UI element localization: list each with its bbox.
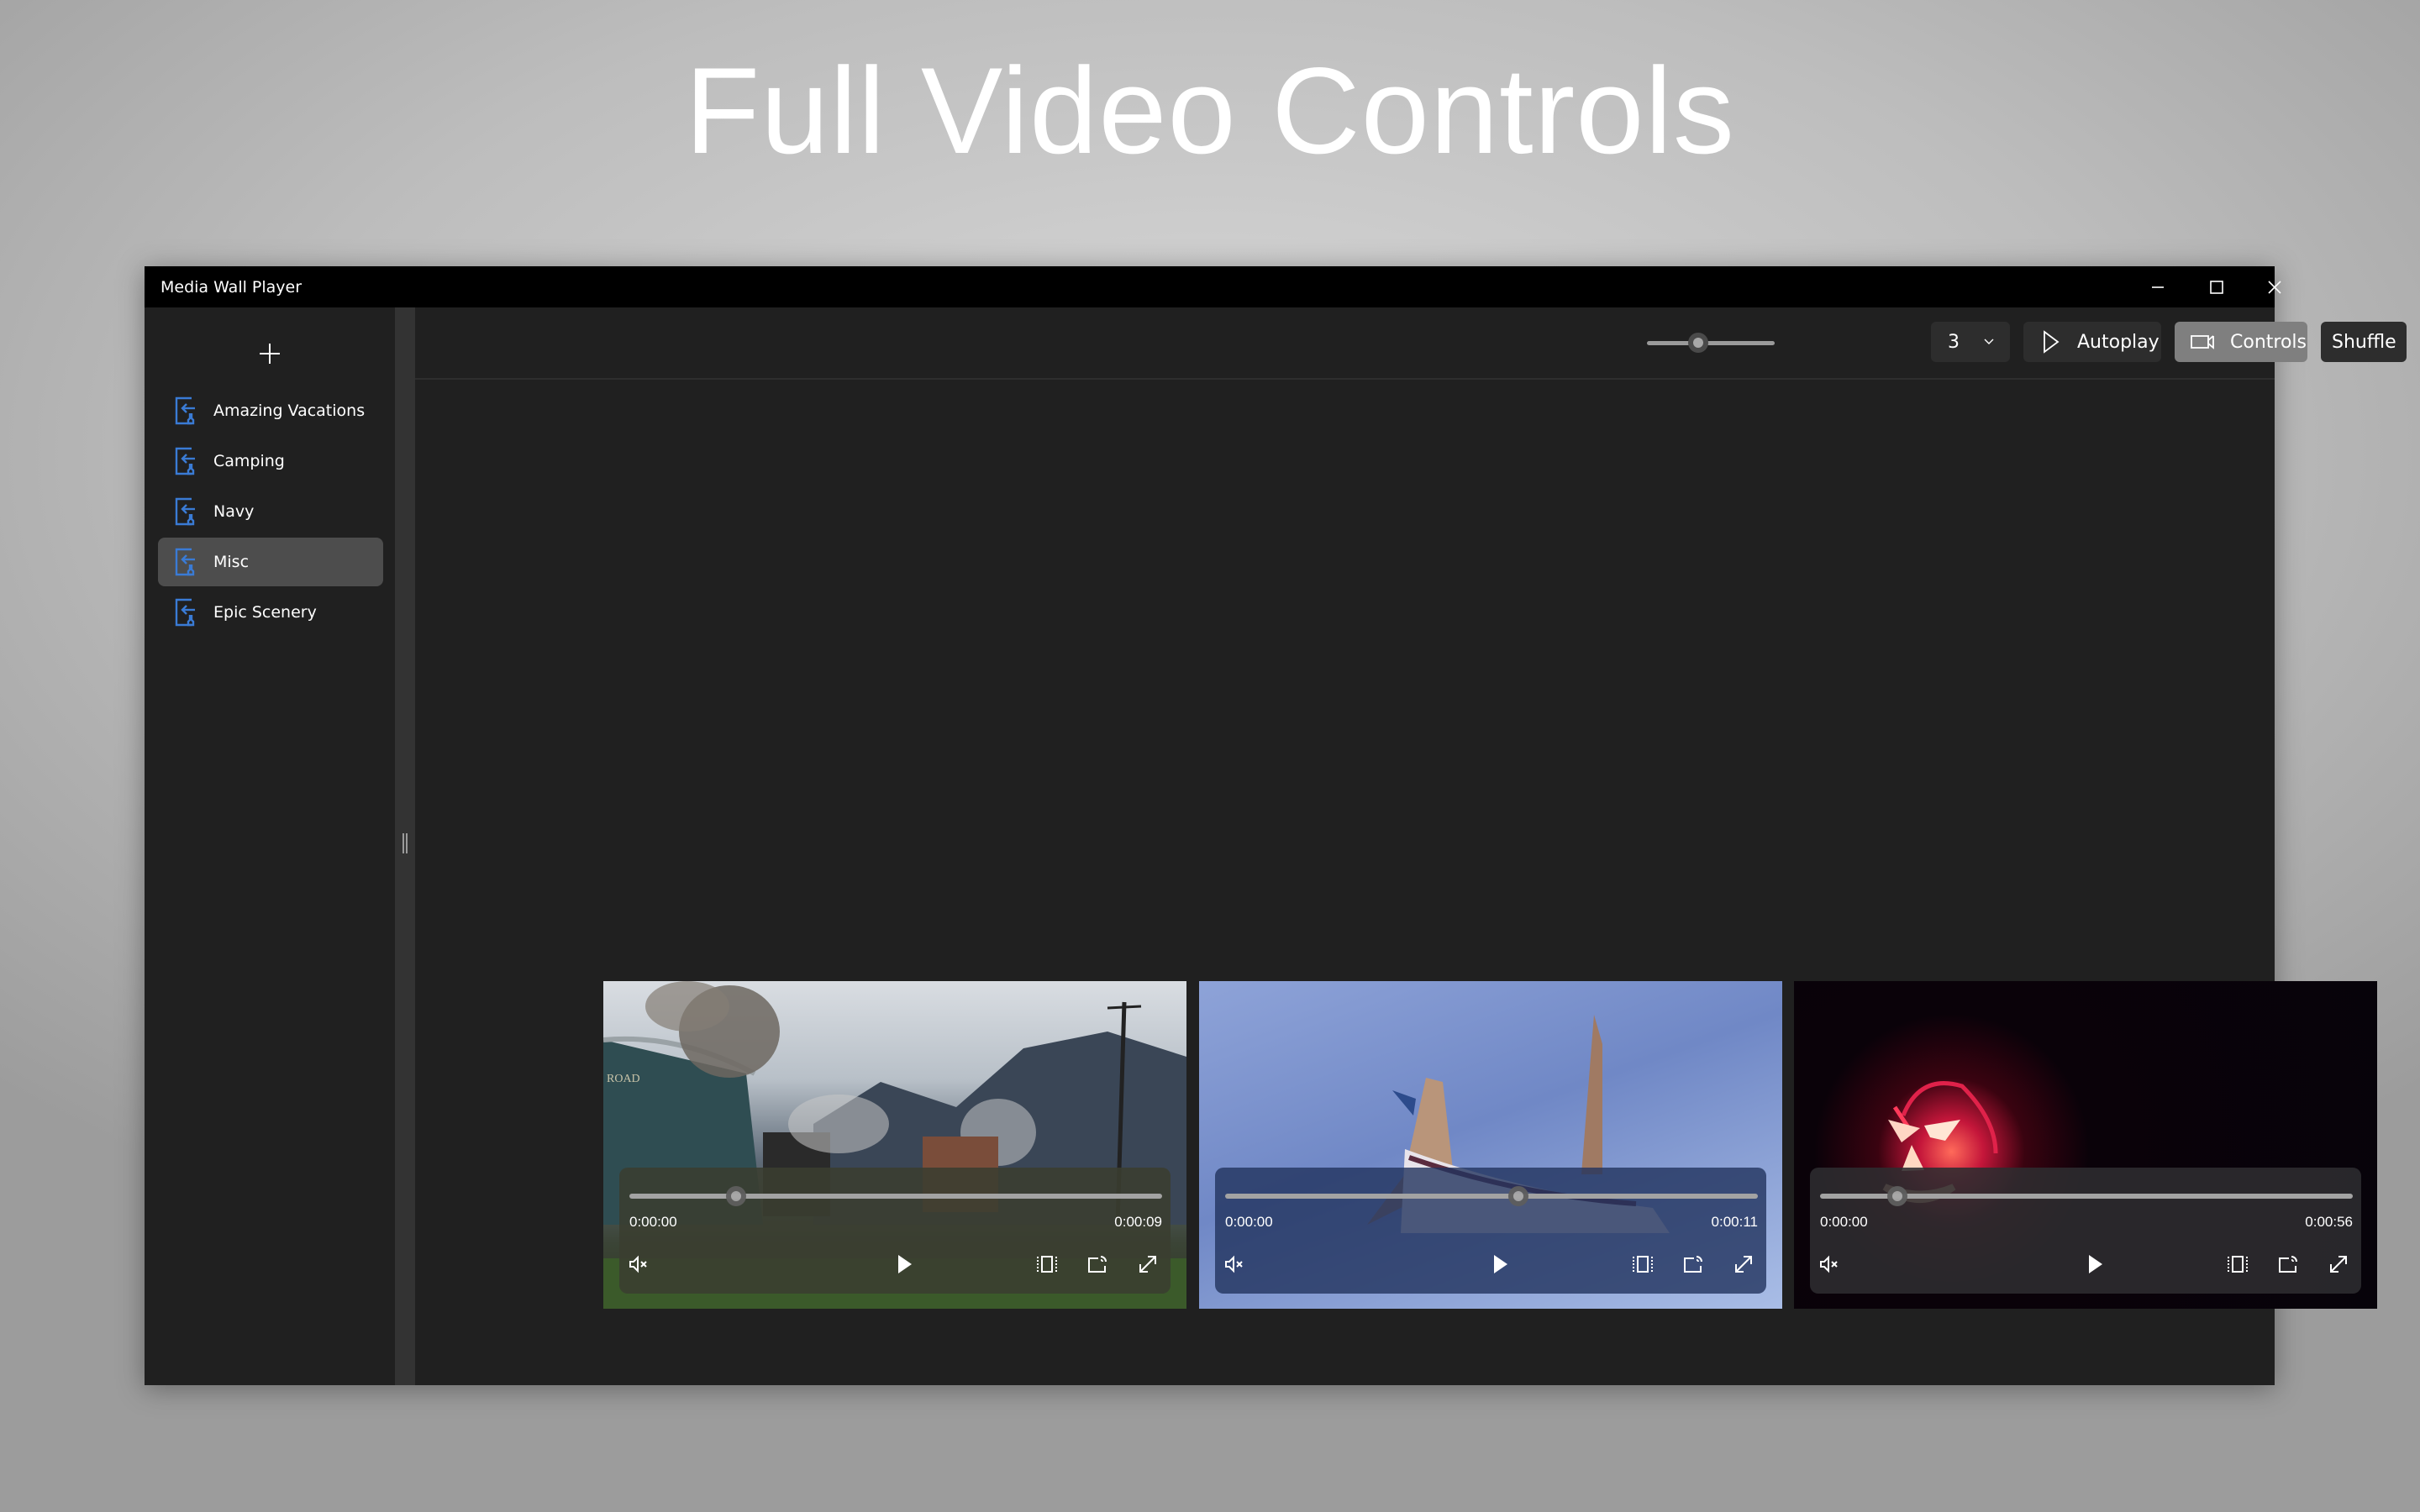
zoom-fit-icon xyxy=(2227,1254,2249,1278)
plus-icon xyxy=(260,344,280,364)
media-transport-controls: 0:00:00 0:00:11 xyxy=(1215,1168,1766,1294)
page-headline: Full Video Controls xyxy=(685,42,1735,179)
minimize-button[interactable] xyxy=(2128,266,2187,307)
volume-muted-icon xyxy=(628,1255,650,1278)
sidebar-item-amazing-vacations[interactable]: Amazing Vacations xyxy=(158,386,383,435)
seek-slider[interactable] xyxy=(629,1186,1162,1206)
sidebar-item-label: Misc xyxy=(213,553,250,571)
sidebar-item-label: Navy xyxy=(213,502,255,521)
maximize-icon xyxy=(2210,280,2223,294)
video-tile[interactable]: ROAD 0:00:00 0:00:09 xyxy=(603,981,1186,1309)
maximize-button[interactable] xyxy=(2187,266,2246,307)
seek-track xyxy=(629,1194,1162,1199)
fullscreen-button[interactable] xyxy=(1134,1252,1162,1280)
mute-button[interactable] xyxy=(1220,1252,1249,1280)
mute-button[interactable] xyxy=(1815,1252,1844,1280)
seek-thumb[interactable] xyxy=(1886,1186,1907,1206)
toolbar: 3 Autoplay Controls Shuffle xyxy=(415,307,2407,380)
close-icon xyxy=(2268,280,2281,294)
sidebar-item-epic-scenery[interactable]: Epic Scenery xyxy=(158,588,383,637)
video-wall: ROAD 0:00:00 0:00:09 0:00:00 0:00:11 0:00:00 0… xyxy=(415,380,2377,1385)
play-icon xyxy=(895,1253,913,1279)
fullscreen-icon xyxy=(2328,1253,2349,1279)
controls-toggle-button[interactable]: Controls xyxy=(2175,322,2307,362)
title-bar: Media Wall Player xyxy=(145,266,2281,307)
tile-size-slider[interactable] xyxy=(1647,333,1775,353)
minimize-icon xyxy=(2152,286,2164,288)
sidebar-item-label: Camping xyxy=(213,452,285,470)
play-outline-icon xyxy=(2044,330,2060,354)
volume-muted-icon xyxy=(1818,1255,1840,1278)
splitter-grip-icon xyxy=(402,833,408,853)
zoom-fit-icon xyxy=(1632,1254,1654,1278)
duration: 0:00:11 xyxy=(1711,1214,1758,1230)
shuffle-button[interactable]: Shuffle xyxy=(2321,322,2407,362)
folder-import-icon xyxy=(175,447,200,475)
folder-import-icon xyxy=(175,396,200,425)
add-folder-button[interactable] xyxy=(249,333,291,375)
duration: 0:00:56 xyxy=(2305,1214,2353,1230)
video-camera-icon xyxy=(2191,335,2214,349)
play-icon xyxy=(2086,1253,2104,1279)
duration: 0:00:09 xyxy=(1114,1214,1162,1230)
cast-icon xyxy=(1086,1254,1108,1278)
close-button[interactable] xyxy=(2245,266,2304,307)
zoom-button[interactable] xyxy=(1033,1252,1061,1280)
seek-slider[interactable] xyxy=(1820,1186,2353,1206)
cast-icon xyxy=(1682,1254,1704,1278)
folder-import-icon xyxy=(175,598,200,627)
folder-import-icon xyxy=(175,497,200,526)
shuffle-label: Shuffle xyxy=(2332,331,2396,353)
zoom-button[interactable] xyxy=(2223,1252,2252,1280)
current-time: 0:00:00 xyxy=(1225,1214,1273,1230)
sidebar: Amazing Vacations Camping Navy Misc Epic Sce… xyxy=(145,307,395,1385)
zoom-button[interactable] xyxy=(1628,1252,1657,1280)
slider-track xyxy=(1647,341,1775,345)
sidebar-splitter[interactable] xyxy=(395,307,415,1385)
sidebar-item-label: Epic Scenery xyxy=(213,603,317,622)
cast-button[interactable] xyxy=(2274,1252,2302,1280)
play-button[interactable] xyxy=(890,1252,918,1280)
play-button[interactable] xyxy=(2081,1252,2109,1280)
folder-import-icon xyxy=(175,548,200,576)
seek-thumb[interactable] xyxy=(725,1186,746,1206)
fullscreen-button[interactable] xyxy=(1729,1252,1758,1280)
cast-icon xyxy=(2277,1254,2299,1278)
fullscreen-icon xyxy=(1733,1253,1754,1279)
volume-muted-icon xyxy=(1223,1255,1245,1278)
mute-button[interactable] xyxy=(624,1252,653,1280)
play-button[interactable] xyxy=(1486,1252,1514,1280)
controls-label: Controls xyxy=(2230,331,2307,353)
video-tile[interactable]: 0:00:00 0:00:11 xyxy=(1199,981,1782,1309)
current-time: 0:00:00 xyxy=(629,1214,677,1230)
autoplay-button[interactable]: Autoplay xyxy=(2023,322,2161,362)
slider-thumb[interactable] xyxy=(1687,333,1708,353)
cast-button[interactable] xyxy=(1679,1252,1707,1280)
sidebar-item-camping[interactable]: Camping xyxy=(158,437,383,486)
video-tile[interactable]: 0:00:00 0:00:56 xyxy=(1794,981,2377,1309)
fullscreen-icon xyxy=(1137,1253,1159,1279)
media-transport-controls: 0:00:00 0:00:09 xyxy=(619,1168,1171,1294)
current-time: 0:00:00 xyxy=(1820,1214,1868,1230)
sidebar-item-navy[interactable]: Navy xyxy=(158,487,383,536)
window-title: Media Wall Player xyxy=(160,278,302,297)
sidebar-item-misc[interactable]: Misc xyxy=(158,538,383,586)
fullscreen-button[interactable] xyxy=(2324,1252,2353,1280)
zoom-fit-icon xyxy=(1036,1254,1058,1278)
seek-track xyxy=(1225,1194,1758,1199)
cast-button[interactable] xyxy=(1083,1252,1112,1280)
play-icon xyxy=(1491,1253,1509,1279)
chevron-down-icon xyxy=(1984,339,1994,344)
main-content: 3 Autoplay Controls Shuffle ROAD 0:00:00 0… xyxy=(415,307,2407,1385)
seek-thumb[interactable] xyxy=(1507,1186,1528,1206)
svg-text:ROAD: ROAD xyxy=(607,1073,640,1085)
seek-slider[interactable] xyxy=(1225,1186,1758,1206)
autoplay-label: Autoplay xyxy=(2077,331,2160,353)
columns-select[interactable]: 3 xyxy=(1931,322,2010,362)
app-window: Media Wall Player Amazing Vacations Campi… xyxy=(145,266,2407,1385)
columns-select-value: 3 xyxy=(1948,331,1960,353)
sidebar-item-label: Amazing Vacations xyxy=(213,402,366,420)
media-transport-controls: 0:00:00 0:00:56 xyxy=(1810,1168,2361,1294)
